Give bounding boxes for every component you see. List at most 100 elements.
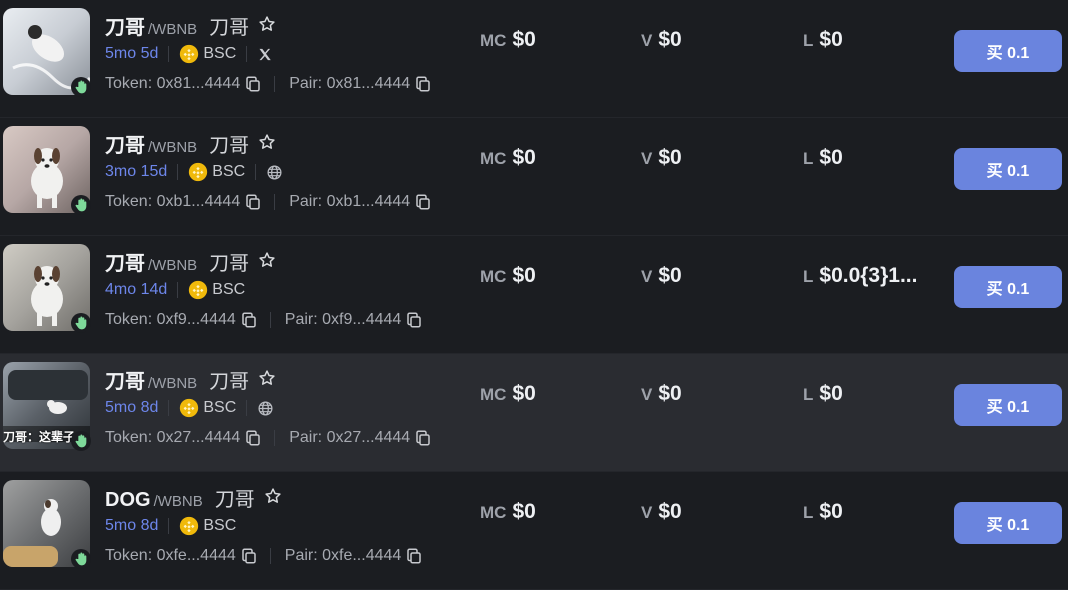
globe-icon[interactable] — [257, 400, 274, 417]
market-cap-label: MC — [480, 503, 507, 522]
token-symbol[interactable]: 刀哥 — [105, 365, 145, 394]
bnb-chain-icon — [179, 398, 199, 418]
meta-separator — [168, 46, 170, 62]
bnb-chain-icon — [188, 162, 208, 182]
token-row[interactable]: 刀哥 /WBNB 刀哥 4mo 14d BSC Token: 0xf9...44… — [0, 236, 1068, 354]
token-address: Token: 0x81...4444 — [105, 75, 241, 92]
market-cap: MC $0 — [480, 382, 536, 412]
market-cap: MC $0 — [480, 500, 536, 530]
quote-pair: /WBNB — [153, 493, 203, 510]
star-icon[interactable] — [258, 133, 276, 151]
market-cap-label: MC — [480, 385, 507, 404]
hand-icon — [71, 77, 91, 97]
token-age: 5mo 5d — [105, 45, 159, 62]
token-symbol[interactable]: 刀哥 — [105, 129, 145, 158]
token-name: 刀哥 — [209, 371, 250, 393]
meta-separator — [168, 518, 170, 534]
market-cap-label: MC — [480, 267, 507, 286]
token-address: Token: 0xf9...4444 — [105, 311, 236, 328]
liquidity-value: $0 — [819, 28, 843, 51]
liquidity-label: L — [803, 31, 814, 50]
token-address: Token: 0xfe...4444 — [105, 547, 236, 564]
token-name: 刀哥 — [209, 135, 250, 157]
buy-button[interactable]: 买 0.1 — [954, 148, 1062, 190]
market-cap-label: MC — [480, 149, 507, 168]
address-separator — [269, 312, 271, 328]
address-separator — [274, 430, 276, 446]
volume: V $0 — [641, 146, 682, 176]
chain-label: BSC — [212, 163, 246, 180]
buy-button[interactable]: 买 0.1 — [954, 502, 1062, 544]
meta-separator — [168, 400, 170, 416]
copy-icon[interactable] — [240, 547, 258, 565]
liquidity: L $0 — [803, 500, 843, 530]
quote-pair: /WBNB — [148, 257, 198, 274]
token-row[interactable]: 刀哥 /WBNB 刀哥 3mo 15d BSC Token: 0xb1...44… — [0, 118, 1068, 236]
chain-label: BSC — [203, 45, 237, 62]
liquidity-label: L — [803, 503, 814, 522]
token-row[interactable]: 刀哥 /WBNB 刀哥 5mo 5d BSC Token: 0x81...444… — [0, 0, 1068, 118]
buy-button[interactable]: 买 0.1 — [954, 30, 1062, 72]
globe-icon[interactable] — [266, 164, 283, 181]
copy-icon[interactable] — [414, 75, 432, 93]
volume-label: V — [641, 385, 653, 404]
buy-button[interactable]: 买 0.1 — [954, 384, 1062, 426]
copy-icon[interactable] — [405, 547, 423, 565]
address-separator — [274, 194, 276, 210]
copy-icon[interactable] — [414, 193, 432, 211]
token-age: 5mo 8d — [105, 399, 159, 416]
token-row[interactable]: DOG /WBNB 刀哥 5mo 8d BSC Token: 0xfe...44… — [0, 472, 1068, 590]
volume-value: $0 — [658, 382, 682, 405]
quote-pair: /WBNB — [148, 139, 198, 156]
volume-label: V — [641, 503, 653, 522]
liquidity-value: $0 — [819, 146, 843, 169]
token-symbol[interactable]: DOG — [105, 489, 151, 512]
chain-label: BSC — [212, 281, 246, 298]
token-symbol[interactable]: 刀哥 — [105, 11, 145, 40]
volume-label: V — [641, 31, 653, 50]
liquidity-label: L — [803, 149, 814, 168]
quote-pair: /WBNB — [148, 375, 198, 392]
copy-icon[interactable] — [405, 311, 423, 329]
chain-label: BSC — [203, 399, 237, 416]
hand-icon — [71, 431, 91, 451]
volume-value: $0 — [658, 28, 682, 51]
volume: V $0 — [641, 264, 682, 294]
volume-label: V — [641, 267, 653, 286]
liquidity-value: $0.0{3}1... — [819, 264, 918, 287]
market-cap-value: $0 — [512, 146, 536, 169]
token-age: 3mo 15d — [105, 163, 168, 180]
chain-badge: BSC — [188, 162, 245, 182]
liquidity-label: L — [803, 267, 814, 286]
token-list: 刀哥 /WBNB 刀哥 5mo 5d BSC Token: 0x81...444… — [0, 0, 1068, 590]
bnb-chain-icon — [179, 44, 199, 64]
market-cap: MC $0 — [480, 146, 536, 176]
token-row[interactable]: 刀哥：这辈子 刀哥 /WBNB 刀哥 5mo 8d BSC Token: 0x2… — [0, 354, 1068, 472]
chain-badge: BSC — [179, 44, 236, 64]
chain-badge: BSC — [179, 516, 236, 536]
copy-icon[interactable] — [240, 311, 258, 329]
volume: V $0 — [641, 382, 682, 412]
token-address: Token: 0x27...4444 — [105, 429, 241, 446]
star-icon[interactable] — [258, 251, 276, 269]
liquidity: L $0 — [803, 28, 843, 58]
buy-button[interactable]: 买 0.1 — [954, 266, 1062, 308]
copy-icon[interactable] — [414, 429, 432, 447]
token-symbol[interactable]: 刀哥 — [105, 247, 145, 276]
pair-address: Pair: 0x81...4444 — [289, 75, 411, 92]
pair-address: Pair: 0x27...4444 — [289, 429, 411, 446]
x-social-icon[interactable] — [257, 47, 272, 62]
market-cap-value: $0 — [512, 382, 536, 405]
liquidity: L $0.0{3}1... — [803, 264, 917, 294]
copy-icon[interactable] — [244, 75, 262, 93]
star-icon[interactable] — [264, 487, 282, 505]
volume-value: $0 — [658, 146, 682, 169]
hand-icon — [71, 195, 91, 215]
copy-icon[interactable] — [244, 429, 262, 447]
token-name: 刀哥 — [214, 489, 255, 511]
copy-icon[interactable] — [244, 193, 262, 211]
star-icon[interactable] — [258, 15, 276, 33]
meta-separator — [177, 282, 179, 298]
liquidity: L $0 — [803, 382, 843, 412]
star-icon[interactable] — [258, 369, 276, 387]
